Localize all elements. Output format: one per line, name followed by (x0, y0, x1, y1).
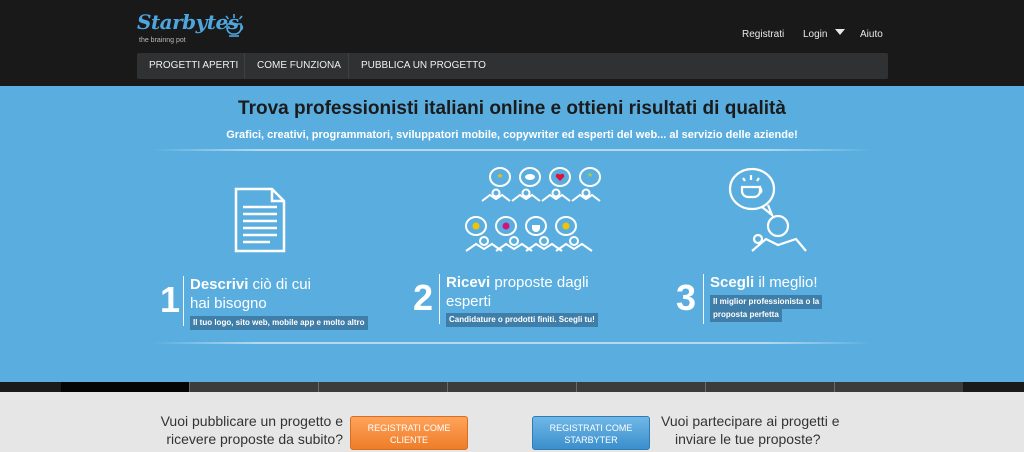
cta-starbyter-text-line1: Vuoi partecipare ai progetti e (661, 413, 840, 429)
step-2-badge: Candidature o prodotti finiti. Scegli tu… (446, 313, 598, 327)
slider-segment-active[interactable] (61, 382, 190, 392)
logo[interactable]: Starbytes the brainng pot (137, 10, 257, 46)
step-3-divider (703, 274, 704, 324)
step-1-title-rest: ciò di cui (248, 276, 311, 293)
step-3-badge-line1: Il miglior professionista o la (710, 295, 823, 309)
step-2-title-bold: Ricevi (446, 274, 491, 291)
slider-segment[interactable] (577, 382, 706, 392)
step-1-title-bold: Descrivi (190, 276, 249, 293)
step-1-divider (183, 276, 184, 326)
nav-item-publish-project[interactable]: PUBBLICA UN PROGETTO (349, 53, 489, 79)
step-1-number: 1 (160, 279, 181, 320)
step-3-number: 3 (676, 277, 697, 318)
crowd-speech-icon (465, 167, 601, 252)
person-idea-icon (728, 167, 807, 252)
divider-top (152, 149, 872, 151)
register-starbyter-button-line2: STARBYTER (564, 435, 618, 445)
slider-segment[interactable] (448, 382, 577, 392)
step-2-title: Ricevi proposte dagli (446, 274, 589, 292)
register-link[interactable]: Registrati (742, 29, 784, 40)
step-2-title-line2: esperti (446, 293, 492, 310)
logo-tagline: the brainng pot (139, 37, 186, 44)
register-starbyter-button[interactable]: REGISTRATI COME STARBYTER (532, 416, 650, 450)
slider-segment[interactable] (706, 382, 835, 392)
register-client-button-line1: REGISTRATI COME (367, 423, 451, 433)
hero-section: Trova professionisti italiani online e o… (0, 86, 1024, 382)
step-2-divider (439, 274, 440, 324)
step-1-badge: Il tuo logo, sito web, mobile app e molt… (190, 316, 368, 330)
login-link[interactable]: Login (803, 29, 827, 40)
nav-item-open-projects[interactable]: PROGETTI APERTI (137, 53, 245, 79)
step-1-title: Descrivi ciò di cui (190, 276, 311, 294)
slider-segment[interactable] (835, 382, 963, 392)
main-nav: PROGETTI APERTI COME FUNZIONA PUBBLICA U… (137, 53, 888, 79)
slider-segment[interactable] (190, 382, 319, 392)
step-3-badge-line2: proposta perfetta (710, 308, 782, 322)
slider-segment[interactable] (319, 382, 448, 392)
nav-item-how-it-works[interactable]: COME FUNZIONA (245, 53, 349, 79)
step-3-title: Scegli il meglio! (710, 274, 818, 292)
cta-section: Vuoi pubblicare un progetto e ricevere p… (0, 392, 1024, 452)
register-client-button-line2: CLIENTE (389, 435, 428, 445)
step-2-number: 2 (413, 277, 434, 318)
register-starbyter-button-line1: REGISTRATI COME (549, 423, 633, 433)
cta-client-text-line1: Vuoi pubblicare un progetto e (160, 413, 343, 429)
step-3-title-bold: Scegli (710, 274, 755, 291)
document-icon (234, 187, 286, 253)
help-link[interactable]: Aiuto (860, 29, 883, 40)
step-2-title-rest: proposte dagli (490, 274, 589, 291)
dropdown-caret-icon[interactable] (835, 29, 845, 35)
lightbulb-logo-icon (225, 14, 244, 37)
hero-title: Trova professionisti italiani online e o… (238, 98, 786, 119)
hero-subtitle: Grafici, creativi, programmatori, svilup… (226, 129, 798, 141)
register-client-button[interactable]: REGISTRATI COME CLIENTE (350, 416, 468, 450)
cta-starbyter-text-line2: inviare le tue proposte? (675, 431, 821, 447)
site-header: Starbytes the brainng pot Registrati Log… (0, 0, 1024, 86)
slider-nav (61, 382, 963, 392)
step-1-title-line2: hai bisogno (190, 295, 267, 312)
step-3-title-rest: il meglio! (754, 274, 818, 291)
divider-bottom (152, 342, 872, 344)
cta-client-text-line2: ricevere proposte da subito? (166, 431, 343, 447)
